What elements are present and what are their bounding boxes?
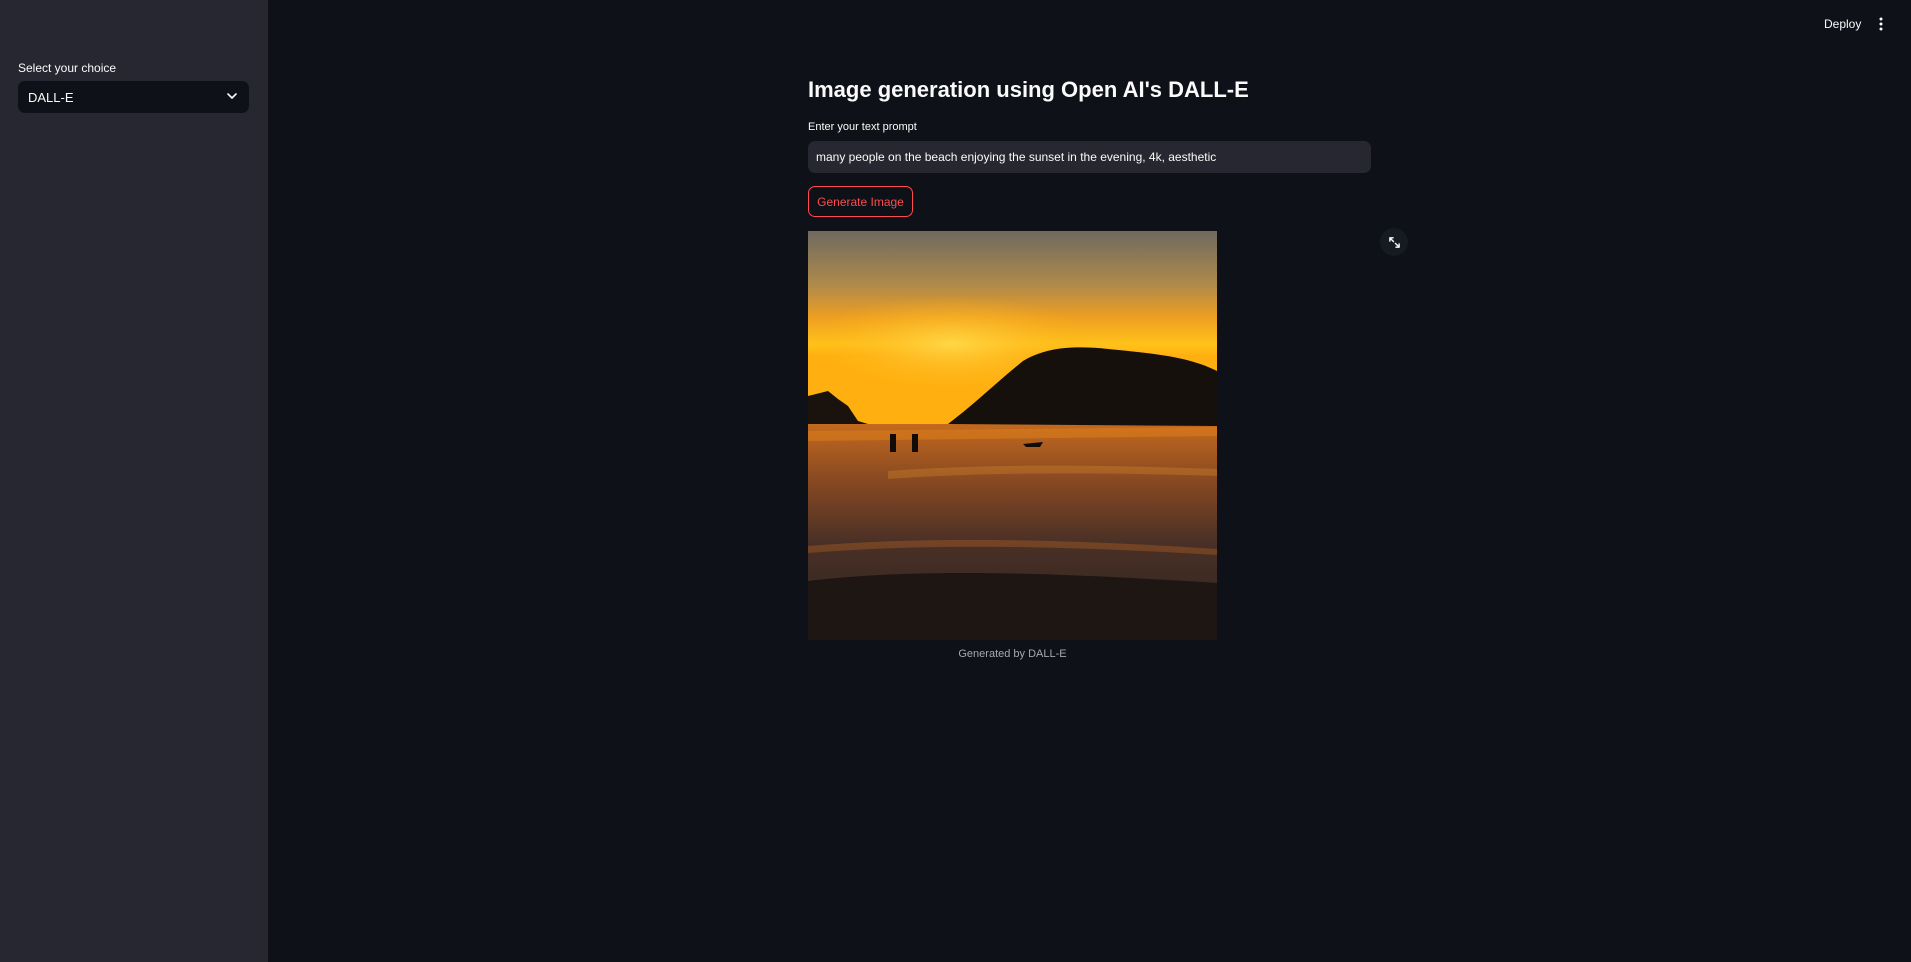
deploy-button[interactable]: Deploy [1820, 15, 1865, 33]
model-select[interactable]: DALL-E [18, 81, 249, 113]
main-menu-button[interactable] [1874, 14, 1888, 34]
vertical-dots-icon [1879, 17, 1883, 31]
select-label: Select your choice [18, 61, 117, 75]
chevron-down-icon [225, 89, 239, 106]
generated-image [808, 231, 1217, 640]
generate-image-button[interactable]: Generate Image [808, 186, 913, 217]
prompt-input[interactable] [808, 141, 1371, 173]
model-select-value: DALL-E [28, 89, 74, 105]
page-title: Image generation using Open AI's DALL-E [808, 77, 1249, 102]
sidebar: Select your choice DALL-E [0, 0, 268, 962]
image-caption: Generated by DALL-E [958, 648, 1067, 660]
expand-icon [1388, 236, 1400, 248]
prompt-label: Enter your text prompt [808, 121, 917, 133]
fullscreen-button[interactable] [1380, 228, 1408, 256]
